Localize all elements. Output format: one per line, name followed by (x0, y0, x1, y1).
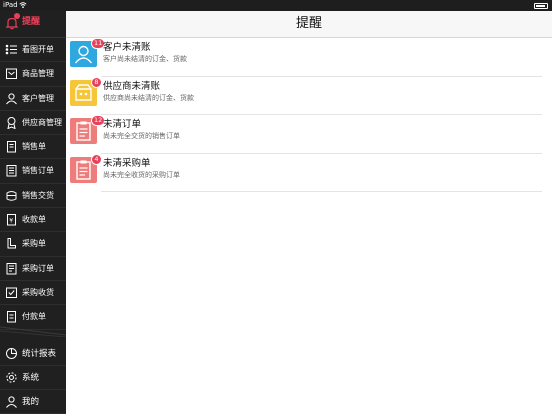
reminder-row[interactable]: 8 供应商未清账 供应商尚未结清的订金、货款 (66, 76, 552, 115)
reminder-title: 未清订单 (103, 119, 142, 130)
sidebar-item-reminders[interactable]: 提醒 (0, 11, 66, 38)
sidebar-item-supplier[interactable]: 供应商管理 (0, 111, 66, 136)
sidebar-item-menu-list[interactable]: 看图开单 (0, 38, 66, 63)
sidebar-item-label: 看图开单 (22, 45, 54, 54)
document-icon (7, 141, 16, 153)
sidebar-item-gear[interactable]: 系统 (0, 366, 66, 390)
reminder-subtitle: 供应商尚未结清的订金、货款 (103, 93, 194, 102)
sidebar-header-label: 提醒 (22, 17, 41, 27)
sidebar-item-label: 付款单 (22, 312, 46, 322)
row-divider (101, 191, 542, 192)
reminder-row[interactable]: 12 未清订单尚未完全交货的销售订单 (66, 115, 552, 154)
reminder-icon-box: 11 (70, 38, 106, 67)
count-badge: 8 (91, 76, 102, 88)
reminder-icon-box: 4 (70, 153, 102, 183)
main-panel: 提醒 11 客户未清账 客户尚未结清的订金、货款 8 供应商未清账 供应商尚未结清的订金、… (66, 11, 552, 414)
users-icon (6, 92, 17, 104)
pie-chart-icon (6, 348, 17, 359)
supplier-icon (7, 116, 16, 129)
reminder-icon-box: 12 (70, 115, 106, 144)
notification-dot (14, 13, 20, 19)
sidebar-item-order[interactable]: 销售订单 (0, 159, 66, 184)
sidebar-item-document[interactable]: 销售单 (0, 135, 66, 160)
payment-icon (7, 311, 16, 323)
sidebar-item-users[interactable]: 客户管理 (0, 87, 66, 111)
page-title: 提醒 (295, 16, 322, 31)
sidebar-item-user[interactable]: 我的 (0, 390, 66, 414)
reminder-title: 未清采购单 (103, 157, 151, 169)
order-icon (6, 165, 17, 177)
reminder-row[interactable]: 4 未清采购单 尚未完全收货的采购订单 (66, 153, 552, 192)
sidebar-item-label: 统计报表 (22, 349, 57, 359)
sidebar-item-label: 销售单 (22, 142, 46, 152)
reminder-subtitle: 客户尚未结清的订金、货款 (103, 55, 187, 63)
reminder-row[interactable]: 11 客户未清账客户尚未结清的订金、货款 (66, 38, 552, 77)
sidebar-item-label: 销售订单 (22, 166, 54, 176)
sidebar-item-label: 供应商管理 (22, 117, 62, 127)
reminder-icon-box: 8 (70, 76, 102, 106)
sidebar-item-label: 采购收货 (22, 287, 54, 297)
svg-text:¥: ¥ (9, 217, 13, 224)
receipt-icon: ¥ (7, 214, 16, 226)
status-bar: iPad (0, 0, 552, 11)
sidebar-item-delivery[interactable]: 销售交货 (0, 184, 66, 209)
sidebar-item-label: 采购订单 (22, 263, 54, 273)
reminder-subtitle: 尚未完全收货的采购订单 (103, 170, 180, 179)
navigation-bar: 提醒 (66, 11, 552, 38)
sidebar-item-label: 收款单 (22, 215, 46, 225)
sidebar-item-label: 我的 (22, 397, 40, 407)
reminder-list: 11 客户未清账 客户尚未结清的订金、货款 8 供应商未清账 供应商尚未结清的订金、货款 1… (66, 38, 552, 192)
sidebar-item-purchase-order[interactable]: 采购订单 (0, 257, 66, 281)
receive-icon (6, 287, 17, 298)
gear-icon (6, 372, 17, 383)
purchase-icon (7, 238, 16, 249)
sidebar-item-label: 商品管理 (22, 69, 54, 79)
delivery-icon (6, 190, 17, 201)
user-icon (6, 396, 17, 408)
divider-pattern (0, 326, 66, 337)
purchase-order-icon (6, 262, 17, 275)
wifi-icon (19, 2, 27, 8)
sidebar: 提醒 看图开单商品管理客户管理供应商管理销售单销售订单销售交货 ¥ 收款单采购单采购… (0, 11, 66, 414)
sidebar-item-receive[interactable]: 采购收货 (0, 281, 66, 306)
sidebar-item-purchase[interactable]: 采购单 (0, 232, 66, 257)
sidebar-item-label: 系统 (22, 373, 40, 383)
menu-list-icon (5, 44, 17, 55)
reminder-subtitle: 尚未完全交货的销售订单 (103, 132, 180, 140)
count-badge: 4 (91, 153, 102, 165)
box-icon (6, 68, 17, 80)
reminder-title: 供应商未清账 (103, 80, 161, 92)
sidebar-item-label: 客户管理 (22, 93, 54, 103)
battery-icon (534, 3, 548, 9)
sidebar-item-box[interactable]: 商品管理 (0, 62, 66, 87)
sidebar-item-label: 销售交货 (22, 190, 54, 200)
carrier-label: iPad (3, 1, 18, 9)
sidebar-item-pie-chart[interactable]: 统计报表 (0, 342, 66, 366)
sidebar-item-label: 采购单 (22, 239, 46, 249)
reminder-title: 客户未清账 (103, 42, 151, 53)
sidebar-item-receipt[interactable]: ¥ 收款单 (0, 208, 66, 233)
